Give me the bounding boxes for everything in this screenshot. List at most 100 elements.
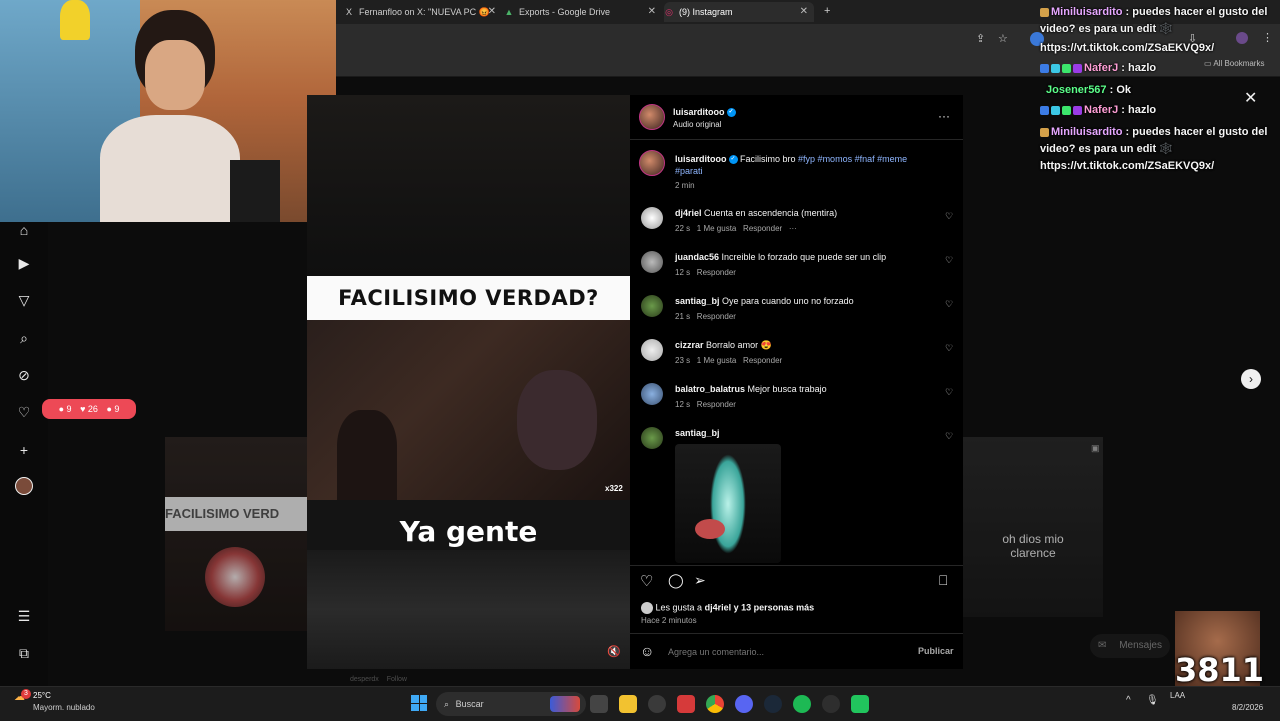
like-post-icon[interactable]: ♡ [640,572,653,590]
comment-icon[interactable]: ◯ [668,572,684,589]
comment-username[interactable]: balatro_balatrus [675,384,745,394]
post-time: Hace 2 minutos [641,616,697,625]
more-options-icon[interactable]: ··· [938,109,950,123]
tab-google-drive[interactable]: ▲ Exports - Google Drive ✕ [504,2,662,22]
notifications-heart-icon[interactable]: ♡ [14,402,34,422]
bookmark-star-icon[interactable]: ☆ [998,32,1008,45]
file-explorer-icon[interactable] [619,695,637,713]
author-name[interactable]: luisarditooo ✓ [673,107,736,118]
next-post-arrow-icon[interactable]: › [1241,369,1261,389]
tray-chevron-icon[interactable]: ^ [1126,695,1131,706]
reply-button[interactable]: Responder [743,356,782,365]
chat-username: NaferJ [1084,104,1119,116]
clown-face-image [205,547,265,607]
app-icon[interactable] [851,695,869,713]
like-comment-icon[interactable]: ♡ [945,431,953,442]
like-comment-icon[interactable]: ♡ [945,343,953,354]
task-view-icon[interactable] [590,695,608,713]
save-icon[interactable]: ⎕ [939,572,947,589]
apps-icon[interactable]: ⧉ [14,643,34,663]
tab-instagram[interactable]: ◎ (9) Instagram ✕ [664,2,814,22]
comment-username[interactable]: dj4riel [675,208,702,218]
spotify-icon[interactable] [793,695,811,713]
app-icon[interactable] [677,695,695,713]
divider [630,565,963,566]
mute-icon[interactable]: 🔇 [607,645,621,658]
emoji-icon[interactable]: ☺ [640,643,654,659]
weather-temp[interactable]: 25°C [33,691,51,700]
like-comment-icon[interactable]: ♡ [945,299,953,310]
close-icon[interactable]: ✕ [800,2,808,22]
chat-text: Ok [1116,84,1132,96]
comment-username[interactable]: cizzrar [675,340,704,350]
commenter-avatar[interactable] [641,251,663,273]
reply-button[interactable]: Responder [743,224,782,233]
video-bottom [307,550,630,669]
search-icon[interactable]: ⌕ [14,328,34,348]
publish-button[interactable]: Publicar [918,646,954,656]
chat-message: NaferJ : hazlo [1040,60,1276,77]
new-tab-button[interactable]: + [824,5,830,17]
clock-date[interactable]: 8/2/2026 [1232,703,1263,712]
animatronic-figure [517,370,597,470]
chair [230,160,280,222]
background-reel-thumbnail-right[interactable]: ▣ oh dios mio clarence [963,437,1103,617]
discord-icon[interactable] [735,695,753,713]
caption-avatar[interactable] [639,150,665,176]
chat-badge-icon [1040,127,1049,137]
commenter-avatar[interactable] [641,427,663,449]
menu-icon[interactable]: ☰ [14,606,34,626]
windows-start-icon[interactable] [411,695,427,711]
reply-button[interactable]: Responder [697,268,736,277]
tab-x[interactable]: X Fernanfloo on X: "NUEVA PC 😡 ✕ [344,2,502,22]
language-indicator[interactable]: LAA [1170,691,1185,700]
taskbar-search[interactable]: ⌕ Buscar [436,692,586,716]
comment-username[interactable]: santiag_bj [675,428,720,438]
reel-video[interactable]: FACILISIMO VERDAD? x322 Ya gente 🔇 [307,95,630,669]
explore-icon[interactable]: ⊘ [14,365,34,385]
comment-likes[interactable]: 1 Me gusta [697,224,737,233]
app-icon[interactable] [648,695,666,713]
messages-button[interactable]: ✉ Mensajes [1090,634,1170,658]
likes-summary[interactable]: Les gusta a dj4riel y 13 personas más [641,602,814,614]
commenter-avatar[interactable] [641,295,663,317]
chrome-icon[interactable] [706,695,724,713]
close-icon[interactable]: ✕ [648,2,656,22]
comment-more-icon[interactable]: ··· [789,224,797,233]
comment-username[interactable]: juandac56 [675,252,719,262]
comment-gif-xray-skeleton[interactable] [675,444,781,563]
author-avatar[interactable] [639,104,665,130]
instagram-icon: ◎ [665,7,673,17]
reply-button[interactable]: Responder [697,400,736,409]
reels-icon[interactable]: ▶ [14,253,34,273]
like-comment-icon[interactable]: ♡ [945,255,953,266]
commenter-avatar[interactable] [641,207,663,229]
weather-desc[interactable]: Mayorm. nublado [33,703,95,712]
home-icon[interactable]: ⌂ [14,220,34,240]
audio-label[interactable]: Audio original [673,120,721,129]
like-comment-icon[interactable]: ♡ [945,211,953,222]
install-icon[interactable]: ⇪ [976,32,985,45]
chat-text: hazlo [1128,104,1157,116]
comment-username[interactable]: santiag_bj [675,296,720,306]
commenter-avatar[interactable] [641,383,663,405]
filter-icon[interactable]: ▽ [14,290,34,310]
caption-username[interactable]: luisarditooo [675,154,727,164]
background-reel-thumbnail-left[interactable]: FACILISIMO VERD [165,437,307,631]
likes-user[interactable]: dj4riel [705,602,732,612]
comment-likes[interactable]: 1 Me gusta [697,356,737,365]
share-icon[interactable]: ➢ [694,572,706,589]
notification-bubble[interactable]: ● 9 ♥ 26 ● 9 [42,399,136,419]
microphone-icon[interactable]: 🎙 [1146,695,1159,706]
reply-button[interactable]: Responder [697,312,736,321]
comment-input[interactable] [666,643,910,661]
comment-icon: ● [58,404,65,414]
steam-icon[interactable] [764,695,782,713]
author-name-text: luisarditooo [673,107,725,117]
obs-icon[interactable] [822,695,840,713]
profile-avatar[interactable] [14,477,34,497]
like-comment-icon[interactable]: ♡ [945,387,953,398]
close-icon[interactable]: ✕ [488,2,496,22]
create-icon[interactable]: + [14,440,34,460]
commenter-avatar[interactable] [641,339,663,361]
